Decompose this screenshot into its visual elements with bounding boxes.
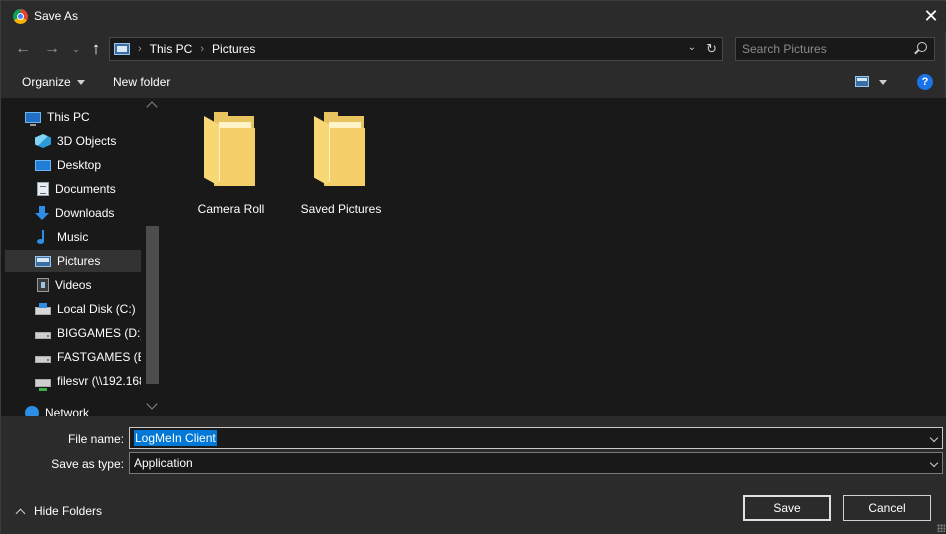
sidebar-item-videos[interactable]: Videos bbox=[5, 274, 141, 296]
sidebar-item-3d-objects[interactable]: 3D Objects bbox=[5, 130, 141, 152]
address-bar[interactable]: › This PC › Pictures ⌄ ↻ bbox=[109, 37, 723, 61]
pictures-location-icon bbox=[114, 43, 130, 55]
chevron-down-icon[interactable]: ⌄ bbox=[65, 38, 87, 60]
desktop-icon bbox=[35, 159, 51, 171]
folder-camera-roll[interactable]: Camera Roll bbox=[181, 112, 281, 222]
file-name-label: File name: bbox=[67, 432, 124, 446]
sidebar-item-desktop[interactable]: Desktop bbox=[5, 154, 141, 176]
sidebar-item-label: Network bbox=[45, 406, 90, 416]
music-icon bbox=[35, 230, 51, 244]
save-form: File name: LogMeIn Client Save as type: … bbox=[1, 416, 946, 534]
save-button[interactable]: Save bbox=[743, 495, 831, 521]
command-bar: Organize New folder ? bbox=[1, 66, 946, 98]
save-as-type-value: Application bbox=[134, 456, 193, 470]
chevron-down-icon[interactable] bbox=[929, 458, 939, 468]
folder-label: Saved Pictures bbox=[300, 202, 382, 216]
sidebar-item-label: This PC bbox=[47, 110, 90, 124]
sidebar-item-network[interactable]: Network bbox=[5, 402, 141, 416]
drive-icon bbox=[35, 356, 51, 363]
sidebar-item-local-disk-c[interactable]: Local Disk (C:) bbox=[5, 298, 141, 320]
close-icon[interactable]: ✕ bbox=[915, 1, 946, 32]
scrollbar-thumb[interactable] bbox=[146, 226, 159, 384]
document-icon bbox=[37, 182, 49, 196]
sidebar-item-label: filesvr (\\192.168 bbox=[57, 374, 141, 388]
sidebar-item-documents[interactable]: Documents bbox=[5, 178, 141, 200]
window-title: Save As bbox=[34, 9, 79, 23]
pictures-icon bbox=[35, 255, 51, 267]
local-disk-icon bbox=[35, 303, 51, 315]
sidebar-item-label: Local Disk (C:) bbox=[57, 302, 136, 316]
organize-button[interactable]: Organize bbox=[22, 75, 85, 89]
address-history-dropdown-icon[interactable]: ⌄ bbox=[688, 42, 696, 53]
organize-label: Organize bbox=[22, 75, 71, 89]
sidebar-item-label: Pictures bbox=[57, 254, 101, 268]
navigation-bar: ← → ⌄ ↑ › This PC › Pictures ⌄ ↻ bbox=[1, 32, 946, 66]
help-icon[interactable]: ? bbox=[917, 74, 933, 90]
breadcrumb-pictures[interactable]: Pictures bbox=[212, 42, 255, 56]
sidebar-item-label: Downloads bbox=[55, 206, 115, 220]
sidebar-item-label: 3D Objects bbox=[57, 134, 117, 148]
sidebar-item-pictures[interactable]: Pictures bbox=[5, 250, 141, 272]
sidebar-item-label: Documents bbox=[55, 182, 116, 196]
resize-grip-icon[interactable] bbox=[937, 524, 945, 532]
breadcrumb-separator-icon[interactable]: › bbox=[138, 43, 142, 55]
search-icon[interactable] bbox=[917, 42, 927, 52]
breadcrumb-separator-icon[interactable]: › bbox=[200, 43, 204, 55]
chevron-up-icon bbox=[15, 508, 26, 518]
sidebar-item-label: FASTGAMES (E:) bbox=[57, 350, 141, 364]
sidebar-item-filesvr[interactable]: filesvr (\\192.168 bbox=[5, 370, 141, 392]
cube-icon bbox=[35, 134, 51, 148]
arrow-right-icon[interactable]: → bbox=[41, 38, 63, 60]
folder-icon bbox=[202, 112, 260, 202]
sidebar-item-label: Desktop bbox=[57, 158, 102, 172]
file-name-field[interactable]: LogMeIn Client bbox=[129, 427, 943, 449]
browser-area: This PC 3D Objects Desktop Documents Dow… bbox=[1, 98, 946, 416]
sidebar-item-downloads[interactable]: Downloads bbox=[5, 202, 141, 224]
chrome-icon bbox=[13, 9, 28, 24]
breadcrumb-this-pc[interactable]: This PC bbox=[150, 42, 193, 56]
cancel-button[interactable]: Cancel bbox=[843, 495, 931, 521]
save-as-type-select[interactable]: Application bbox=[129, 452, 943, 474]
sidebar-item-fastgames-e[interactable]: FASTGAMES (E:) bbox=[5, 346, 141, 368]
caret-down-icon bbox=[76, 80, 85, 86]
navigation-scrollbar[interactable] bbox=[144, 98, 161, 416]
title-bar[interactable]: Save As ✕ bbox=[1, 1, 946, 32]
chevron-down-icon[interactable] bbox=[929, 433, 939, 443]
scroll-down-icon[interactable] bbox=[146, 398, 158, 410]
scroll-up-icon[interactable] bbox=[146, 101, 158, 113]
download-icon bbox=[35, 206, 49, 220]
view-options-icon[interactable] bbox=[855, 76, 869, 87]
video-icon bbox=[37, 278, 49, 292]
arrow-up-icon[interactable]: ↑ bbox=[85, 38, 107, 60]
hide-folders-button[interactable]: Hide Folders bbox=[15, 504, 102, 518]
file-list[interactable]: Camera Roll Saved Pictures bbox=[161, 98, 946, 416]
sidebar-item-label: Music bbox=[57, 230, 89, 244]
folder-icon bbox=[312, 112, 370, 202]
file-name-value[interactable]: LogMeIn Client bbox=[134, 430, 217, 446]
sidebar-item-biggames-d[interactable]: BIGGAMES (D:) bbox=[5, 322, 141, 344]
sidebar-item-music[interactable]: Music bbox=[5, 226, 141, 248]
sidebar-item-label: Videos bbox=[55, 278, 92, 292]
new-folder-button[interactable]: New folder bbox=[113, 75, 170, 89]
save-as-type-label: Save as type: bbox=[51, 457, 124, 471]
sidebar-item-label: BIGGAMES (D:) bbox=[57, 326, 141, 340]
navigation-pane[interactable]: This PC 3D Objects Desktop Documents Dow… bbox=[1, 98, 161, 416]
drive-icon bbox=[35, 332, 51, 339]
sidebar-item-this-pc[interactable]: This PC bbox=[5, 106, 141, 128]
hide-folders-label: Hide Folders bbox=[34, 504, 103, 518]
search-box[interactable] bbox=[735, 37, 935, 61]
network-drive-icon bbox=[35, 378, 51, 391]
arrow-left-icon[interactable]: ← bbox=[12, 38, 34, 60]
computer-icon bbox=[25, 111, 41, 126]
view-dropdown-icon[interactable] bbox=[879, 80, 887, 85]
search-input[interactable] bbox=[742, 41, 902, 57]
network-icon bbox=[25, 406, 39, 416]
save-as-dialog: Save As ✕ ← → ⌄ ↑ › This PC › Pictures ⌄… bbox=[0, 0, 946, 534]
folder-label: Camera Roll bbox=[197, 202, 265, 216]
refresh-icon[interactable]: ↻ bbox=[706, 41, 717, 57]
folder-saved-pictures[interactable]: Saved Pictures bbox=[291, 112, 391, 222]
